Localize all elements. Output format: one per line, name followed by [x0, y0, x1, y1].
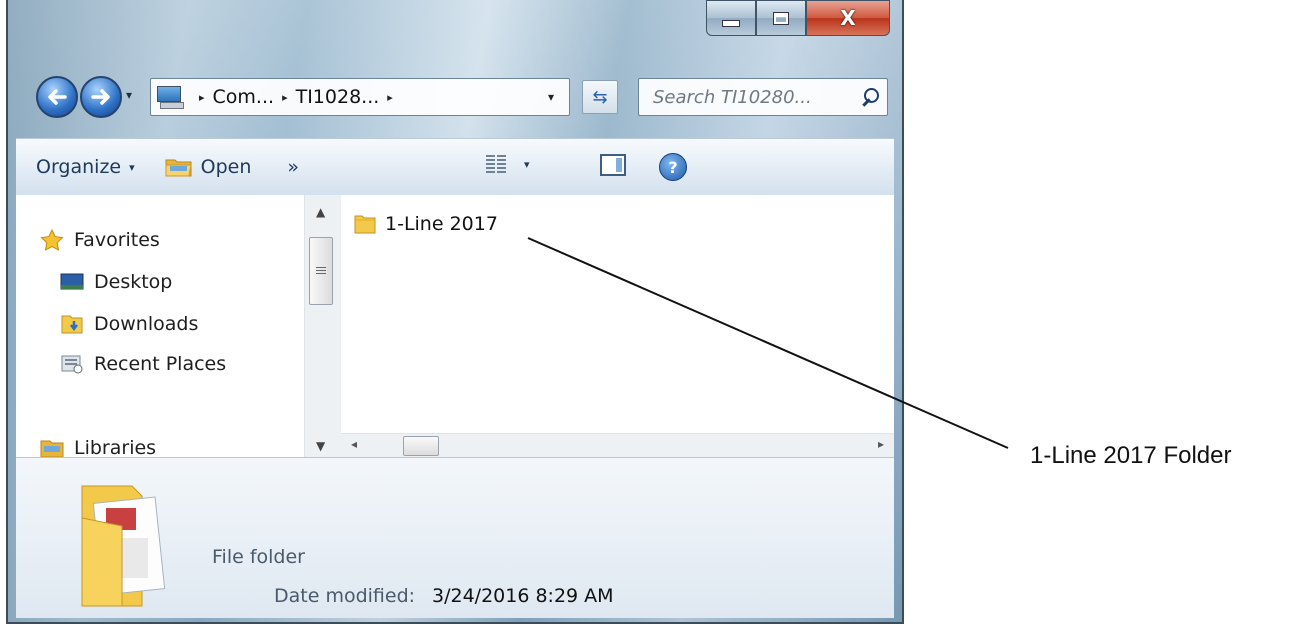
item-type: File folder [212, 546, 305, 568]
views-icon [486, 155, 506, 173]
breadcrumb-separator[interactable]: ▸ [387, 91, 393, 104]
sidebar-item-downloads[interactable]: Downloads [60, 313, 198, 335]
help-icon[interactable]: ? [659, 153, 687, 181]
sidebar-item-label: Libraries [74, 437, 157, 457]
star-icon [40, 229, 64, 251]
refresh-icon: ⇆ [592, 86, 608, 108]
organize-label: Organize [36, 156, 122, 178]
caption-buttons: X [706, 0, 890, 36]
computer-icon [157, 86, 184, 109]
explorer-window: X ▾ ▸ Com... ▸ TI1028... ▸ ▾ ⇆ Search TI… [6, 0, 904, 624]
recent-places-icon [61, 355, 83, 374]
back-arrow-icon [48, 89, 67, 105]
minimize-button[interactable] [706, 0, 756, 36]
scroll-up-icon[interactable]: ▲ [316, 205, 325, 219]
file-list: 1-Line 2017 [341, 195, 894, 433]
folder-preview-icon [81, 485, 166, 607]
sidebar-item-libraries[interactable]: Libraries [40, 437, 156, 457]
sidebar-item-recent-places[interactable]: Recent Places [60, 353, 226, 375]
folder-icon [354, 215, 376, 234]
navigation-pane-scrollbar[interactable]: ▲ ▼ [304, 195, 341, 457]
scrollbar-thumb[interactable] [403, 436, 439, 456]
change-view-button[interactable]: ▾ [486, 155, 530, 173]
sidebar-item-label: Favorites [74, 229, 160, 251]
open-label: Open [200, 156, 252, 178]
minimize-icon [722, 19, 740, 27]
breadcrumb-computer[interactable]: Com... [213, 86, 275, 108]
breadcrumb-separator[interactable]: ▸ [282, 91, 288, 104]
address-bar[interactable]: ▸ Com... ▸ TI1028... ▸ ▾ [150, 78, 570, 116]
scroll-left-icon[interactable]: ◂ [351, 437, 357, 451]
sidebar-item-favorites[interactable]: Favorites [40, 229, 160, 251]
downloads-folder-icon [61, 315, 83, 334]
forward-arrow-icon [91, 89, 110, 105]
folder-name: 1-Line 2017 [385, 213, 498, 235]
sidebar-item-label: Downloads [94, 313, 199, 335]
libraries-icon [40, 440, 64, 457]
breadcrumb-separator[interactable]: ▸ [199, 91, 205, 104]
forward-button[interactable] [80, 76, 122, 118]
close-button[interactable]: X [806, 0, 890, 36]
date-modified-value: 3/24/2016 8:29 AM [432, 585, 614, 607]
scrollbar-thumb[interactable] [309, 237, 333, 305]
maximize-button[interactable] [756, 0, 806, 36]
scroll-right-icon[interactable]: ▸ [878, 437, 884, 451]
organize-button[interactable]: Organize ▾ [36, 156, 135, 178]
more-commands-button[interactable]: » [287, 156, 299, 178]
list-item[interactable]: 1-Line 2017 [353, 213, 498, 235]
breadcrumb-folder[interactable]: TI1028... [296, 86, 380, 108]
search-icon[interactable] [861, 88, 879, 107]
command-bar: Organize ▾ Open » ▾ ? [16, 138, 894, 196]
close-icon: X [840, 6, 856, 30]
sidebar-item-label: Desktop [94, 271, 173, 293]
preview-pane-icon[interactable] [600, 154, 626, 176]
navigation-pane: Favorites Desktop Downloads Recent Place… [16, 195, 304, 457]
search-input[interactable]: Search TI10280... [638, 78, 888, 116]
recent-pages-dropdown[interactable]: ▾ [126, 88, 140, 102]
search-placeholder: Search TI10280... [653, 86, 812, 108]
sidebar-item-desktop[interactable]: Desktop [60, 271, 172, 293]
open-folder-icon [165, 159, 192, 177]
details-pane: File folder Date modified: 3/24/2016 8:2… [16, 457, 894, 618]
sidebar-item-label: Recent Places [94, 353, 227, 375]
date-modified-label: Date modified: [274, 585, 416, 607]
open-button[interactable]: Open [135, 156, 252, 178]
callout-label: 1-Line 2017 Folder [1030, 442, 1232, 469]
back-button[interactable] [36, 76, 78, 118]
refresh-button[interactable]: ⇆ [582, 80, 618, 114]
desktop-icon [60, 273, 84, 290]
scroll-down-icon[interactable]: ▼ [316, 439, 325, 453]
maximize-icon [773, 11, 789, 25]
navigation-bar: ▾ ▸ Com... ▸ TI1028... ▸ ▾ ⇆ Search TI10… [32, 68, 888, 124]
file-list-scrollbar[interactable]: ◂ ▸ [341, 433, 894, 458]
chevron-down-icon: ▾ [524, 157, 530, 171]
address-dropdown[interactable]: ▾ [533, 90, 569, 104]
